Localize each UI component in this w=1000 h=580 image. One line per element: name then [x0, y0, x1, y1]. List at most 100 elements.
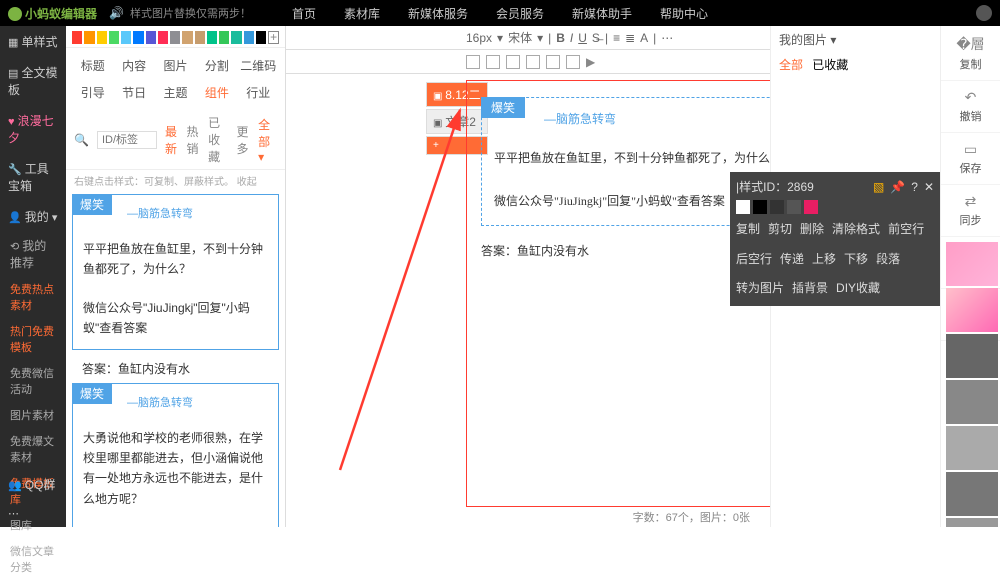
- panel-close-icon[interactable]: ✕: [924, 180, 934, 194]
- tab-行业[interactable]: 行业: [238, 79, 279, 106]
- search-input[interactable]: [97, 131, 157, 149]
- tab-内容[interactable]: 内容: [113, 52, 154, 79]
- swatch[interactable]: [158, 31, 168, 44]
- swatch[interactable]: [146, 31, 156, 44]
- template-card[interactable]: 爆笑—脑筋急转弯平平把鱼放在鱼缸里，不到十分钟鱼都死了，为什么？微信公众号"Ji…: [72, 194, 279, 350]
- style-swatch[interactable]: [736, 200, 750, 214]
- filter-more[interactable]: 更多: [237, 123, 251, 157]
- thumb[interactable]: [946, 472, 998, 516]
- font-color-icon[interactable]: A: [640, 31, 648, 45]
- swatch[interactable]: [244, 31, 254, 44]
- sidebar-full-template[interactable]: ▤ 全文模板: [0, 57, 66, 105]
- style-action[interactable]: 删除: [800, 219, 824, 241]
- style-action[interactable]: 复制: [736, 219, 760, 241]
- sidebar-qq[interactable]: 👥 QQ群: [0, 469, 66, 500]
- add-swatch[interactable]: +: [268, 31, 279, 44]
- strike-icon[interactable]: S̶: [592, 31, 600, 45]
- sidebar-sub[interactable]: 免费热点素材: [0, 276, 66, 318]
- sidebar-toolbox[interactable]: 🔧 工具宝箱: [0, 153, 66, 201]
- nav-material[interactable]: 素材库: [344, 5, 380, 22]
- play-icon[interactable]: ▶: [586, 55, 595, 69]
- style-action[interactable]: 清除格式: [832, 219, 880, 241]
- swatch[interactable]: [133, 31, 143, 44]
- swatch[interactable]: [219, 31, 229, 44]
- more-tools-icon[interactable]: ⋯: [661, 31, 673, 45]
- swatch[interactable]: [121, 31, 131, 44]
- style-swatch[interactable]: [770, 200, 784, 214]
- font-size-select[interactable]: 16px: [466, 31, 492, 45]
- nav-home[interactable]: 首页: [292, 5, 316, 22]
- swatch[interactable]: [231, 31, 241, 44]
- align-center-icon[interactable]: ≣: [625, 31, 635, 45]
- tab-二维码[interactable]: 二维码: [238, 52, 279, 79]
- nav-assistant[interactable]: 新媒体助手: [572, 5, 632, 22]
- tab-组件[interactable]: 组件: [196, 79, 237, 106]
- tab-引导[interactable]: 引导: [72, 79, 113, 106]
- thumb[interactable]: [946, 288, 998, 332]
- swatch[interactable]: [72, 31, 82, 44]
- panel-help-icon[interactable]: ?: [911, 180, 918, 194]
- tool-icon[interactable]: [506, 55, 520, 69]
- panel-pin-icon[interactable]: 📌: [890, 180, 905, 194]
- tab-节日[interactable]: 节日: [113, 79, 154, 106]
- swatch[interactable]: [97, 31, 107, 44]
- filter-latest[interactable]: 最新: [165, 123, 179, 157]
- thumb[interactable]: [946, 426, 998, 470]
- sidebar-qixi[interactable]: ♥ 浪漫七夕: [0, 105, 66, 153]
- sidebar-sub[interactable]: 热门免费模板: [0, 318, 66, 360]
- right-btn-保存[interactable]: ▭保存: [941, 133, 1000, 185]
- font-family-select[interactable]: 宋体: [508, 29, 532, 46]
- style-action[interactable]: 上移: [812, 249, 836, 271]
- avatar-icon[interactable]: [976, 5, 992, 21]
- underline-icon[interactable]: U: [578, 31, 587, 45]
- thumb[interactable]: [946, 518, 998, 527]
- swatch[interactable]: [182, 31, 192, 44]
- right-btn-同步[interactable]: ⇄同步: [941, 185, 1000, 237]
- rp-collected[interactable]: 已收藏: [812, 58, 848, 72]
- italic-icon[interactable]: I: [570, 31, 573, 45]
- sidebar-sub[interactable]: 免费爆文素材: [0, 428, 66, 470]
- right-btn-复制[interactable]: �層复制: [941, 26, 1000, 81]
- style-action[interactable]: 前空行: [888, 219, 924, 241]
- style-action[interactable]: 插背景: [792, 278, 828, 300]
- sidebar-single-style[interactable]: ▦ 单样式: [0, 26, 66, 57]
- style-action[interactable]: 后空行: [736, 249, 772, 271]
- swatch[interactable]: [170, 31, 180, 44]
- swatch[interactable]: [84, 31, 94, 44]
- nav-member[interactable]: 会员服务: [496, 5, 544, 22]
- right-btn-撤销[interactable]: ↶撤销: [941, 81, 1000, 133]
- rp-all[interactable]: 全部: [779, 58, 803, 72]
- style-swatch[interactable]: [804, 200, 818, 214]
- style-action[interactable]: 段落: [876, 249, 900, 271]
- tool-icon[interactable]: [546, 55, 560, 69]
- tool-icon[interactable]: [466, 55, 480, 69]
- filter-hot[interactable]: 热销: [187, 123, 201, 157]
- filter-collected[interactable]: 已收藏: [208, 114, 228, 165]
- bold-icon[interactable]: B: [556, 31, 565, 45]
- tool-icon[interactable]: [566, 55, 580, 69]
- sidebar-myrec[interactable]: ⟲ 我的推荐: [0, 232, 66, 276]
- style-swatch[interactable]: [787, 200, 801, 214]
- tab-分割[interactable]: 分割: [196, 52, 237, 79]
- thumb[interactable]: [946, 242, 998, 286]
- thumb[interactable]: [946, 334, 998, 378]
- tab-主题[interactable]: 主题: [155, 79, 196, 106]
- style-action[interactable]: 剪切: [768, 219, 792, 241]
- style-action[interactable]: DIY收藏: [836, 278, 880, 300]
- style-swatch[interactable]: [753, 200, 767, 214]
- style-action[interactable]: 下移: [844, 249, 868, 271]
- swatch[interactable]: [109, 31, 119, 44]
- swatch[interactable]: [256, 31, 266, 44]
- tab-图片[interactable]: 图片: [155, 52, 196, 79]
- tool-icon[interactable]: [486, 55, 500, 69]
- align-left-icon[interactable]: ≡: [613, 31, 620, 45]
- nav-service[interactable]: 新媒体服务: [408, 5, 468, 22]
- panel-fav-icon[interactable]: ▧: [873, 180, 884, 194]
- nav-help[interactable]: 帮助中心: [660, 5, 708, 22]
- template-card[interactable]: 爆笑—脑筋急转弯大勇说他和学校的老师很熟，在学校里哪里都能进去，但小涵偏说他有一…: [72, 383, 279, 527]
- sidebar-more[interactable]: ⋯: [0, 500, 66, 527]
- filter-all[interactable]: 全部 ▾: [258, 116, 277, 164]
- thumb[interactable]: [946, 380, 998, 424]
- style-action[interactable]: 传递: [780, 249, 804, 271]
- sidebar-sub[interactable]: 微信文章分类: [0, 538, 66, 580]
